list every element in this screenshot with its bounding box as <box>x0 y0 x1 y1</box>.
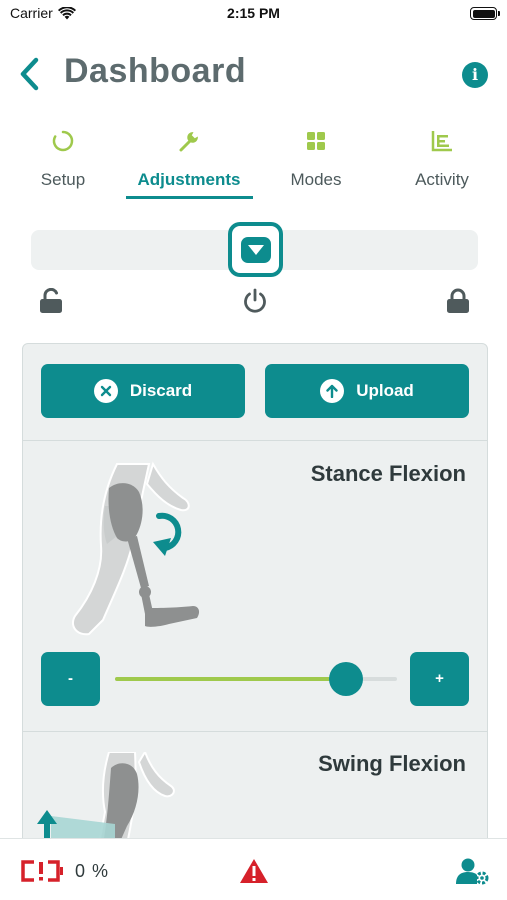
warning-icon[interactable] <box>239 858 269 884</box>
stance-flexion-illustration <box>71 461 200 636</box>
bottom-bar: 0 % <box>0 838 507 900</box>
bar-chart-icon <box>431 131 452 152</box>
action-row: Discard Upload <box>41 364 469 418</box>
stance-increase-button[interactable]: + <box>410 652 469 706</box>
stance-flexion-slider[interactable] <box>115 662 397 696</box>
battery-percent: 0 % <box>75 861 110 881</box>
tab-setup[interactable]: Setup <box>0 125 126 201</box>
tab-label: Setup <box>40 170 86 189</box>
divider <box>23 731 487 732</box>
caret-down-icon <box>247 244 264 255</box>
info-button[interactable]: i <box>462 62 488 88</box>
lock-icon[interactable] <box>445 288 471 314</box>
header: Dashboard i <box>0 50 507 100</box>
back-button[interactable] <box>16 56 46 92</box>
tab-label: Activity <box>415 170 469 189</box>
status-bar: Carrier 2:15 PM <box>0 0 507 30</box>
stance-flexion-slider-fill <box>115 677 347 681</box>
plus-label: + <box>435 670 444 687</box>
stance-flexion-title: Stance Flexion <box>310 461 466 486</box>
swing-flexion-title: Swing Flexion <box>318 751 466 776</box>
upload-label: Upload <box>356 381 414 400</box>
battery-icon <box>470 7 500 20</box>
tab-label: Adjustments <box>137 170 241 189</box>
close-circle-icon <box>93 379 118 403</box>
upload-button[interactable]: Upload <box>265 364 469 418</box>
divider <box>23 440 487 441</box>
wrench-icon <box>179 132 198 152</box>
mode-slider-handle[interactable] <box>228 222 283 277</box>
tab-bar: Setup Adjustments Modes Activity <box>0 125 507 205</box>
adjustment-panel: Discard Upload Stance Flexion - + Swing <box>22 343 488 900</box>
battery-alert-icon[interactable] <box>20 859 64 883</box>
active-tab-indicator <box>126 196 253 199</box>
user-settings-icon[interactable] <box>455 857 489 885</box>
circle-progress-icon <box>52 130 74 152</box>
status-time: 2:15 PM <box>227 5 280 21</box>
grid-icon <box>307 132 325 150</box>
minus-label: - <box>68 670 73 687</box>
tab-activity[interactable]: Activity <box>379 125 505 201</box>
tab-adjustments[interactable]: Adjustments <box>126 125 252 201</box>
discard-button[interactable]: Discard <box>41 364 245 418</box>
swing-flexion-illustration <box>37 752 175 844</box>
power-icon[interactable] <box>241 287 269 315</box>
stance-decrease-button[interactable]: - <box>41 652 100 706</box>
info-icon: i <box>471 65 479 84</box>
discard-label: Discard <box>129 381 193 400</box>
unlock-icon[interactable] <box>38 288 64 314</box>
page-title: Dashboard <box>64 52 247 90</box>
stance-flexion-slider-thumb[interactable] <box>329 662 364 696</box>
tab-label: Modes <box>290 170 342 189</box>
tab-modes[interactable]: Modes <box>253 125 379 201</box>
arrow-up-circle-icon <box>320 379 345 403</box>
